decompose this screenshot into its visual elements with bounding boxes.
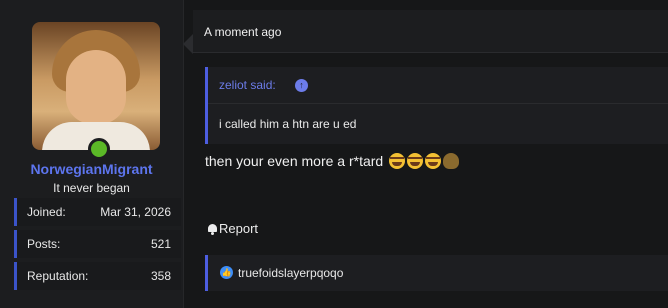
- report-button[interactable]: Report: [207, 221, 258, 236]
- stat-value: Mar 31, 2026: [100, 205, 171, 219]
- stat-posts: Posts: 521: [14, 230, 181, 258]
- reactions-bar: 👍 truefoidslayerpqoqo: [205, 255, 668, 291]
- stat-label: Reputation:: [27, 269, 89, 283]
- post-message: then your even more a r*tard: [205, 153, 384, 169]
- stat-value: 358: [150, 269, 171, 283]
- stat-joined: Joined: Mar 31, 2026: [14, 198, 181, 226]
- quote-header: zeliot said: ↑: [208, 67, 668, 104]
- post-pointer-arrow: [183, 34, 193, 54]
- post-header: A moment ago: [193, 10, 668, 53]
- quote-author[interactable]: zeliot said:: [219, 78, 276, 92]
- post-container: A moment ago zeliot said: ↑ i called him…: [193, 0, 668, 308]
- arrow-up-circle-icon[interactable]: ↑: [295, 79, 308, 92]
- user-panel: NorwegianMigrant It never began Joined: …: [0, 0, 184, 308]
- stat-value: 521: [150, 237, 171, 251]
- username-link[interactable]: NorwegianMigrant: [0, 161, 183, 177]
- post-body: then your even more a r*tard: [205, 153, 460, 169]
- post-timestamp[interactable]: A moment ago: [204, 25, 281, 39]
- quote-text: i called him a htn are u ed: [219, 117, 357, 131]
- like-icon: 👍: [220, 266, 233, 279]
- stat-label: Joined:: [27, 205, 66, 219]
- stat-label: Posts:: [27, 237, 61, 251]
- report-label: Report: [219, 221, 259, 236]
- online-status-icon: [88, 138, 110, 160]
- rolling-laughing-icon: [389, 153, 406, 169]
- reaction-users[interactable]: truefoidslayerpqoqo: [238, 266, 343, 280]
- user-title: It never began: [53, 181, 130, 195]
- bell-icon: [207, 223, 218, 235]
- user-avatar[interactable]: [32, 22, 160, 150]
- rolling-laughing-icon: [425, 153, 442, 169]
- rolling-laughing-icon: [407, 153, 424, 169]
- stat-reputation: Reputation: 358: [14, 262, 181, 290]
- poop-icon: [443, 153, 460, 169]
- quote-block: zeliot said: ↑ i called him a htn are u …: [205, 67, 668, 144]
